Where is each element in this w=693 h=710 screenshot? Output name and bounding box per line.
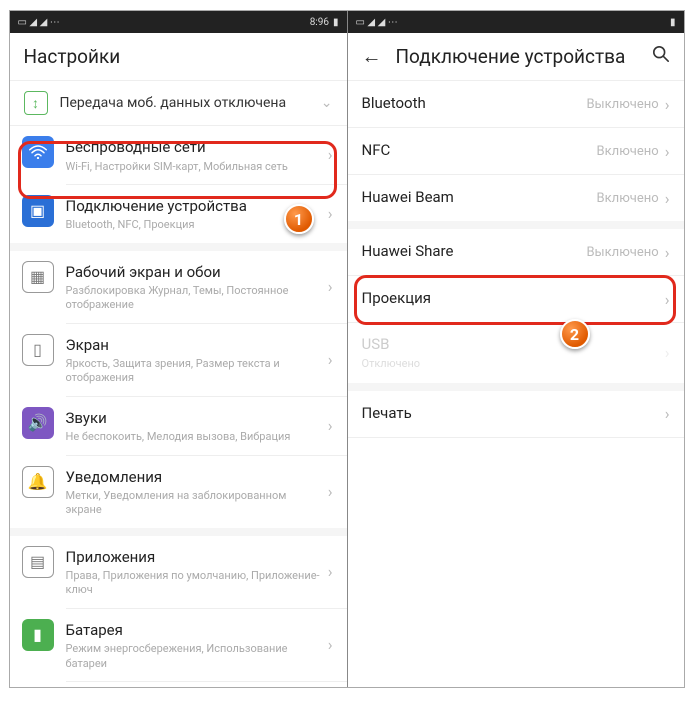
item-storage[interactable]: ≣ Память Очистка памяти › bbox=[10, 682, 347, 687]
item-device-connection[interactable]: ▣ Подключение устройства Bluetooth, NFC,… bbox=[10, 185, 347, 243]
item-projection[interactable]: Проекция › bbox=[348, 276, 684, 322]
chevron-right-icon: › bbox=[328, 277, 333, 296]
chevron-right-icon: › bbox=[328, 482, 333, 501]
chevron-right-icon: › bbox=[665, 189, 670, 208]
chevron-right-icon: › bbox=[328, 416, 333, 435]
devices-icon: ▣ bbox=[22, 195, 54, 227]
device-connection-screen: ▭ ◢ ◢ ⋯ ▮ ← Подключение устройства Bluet… bbox=[347, 11, 684, 687]
item-notifications[interactable]: 🔔 Уведомления Метки, Уведомления на забл… bbox=[10, 456, 347, 528]
chevron-right-icon: › bbox=[665, 95, 670, 114]
item-home-wallpaper[interactable]: ▦ Рабочий экран и обои Разблокировка Жур… bbox=[10, 251, 347, 323]
chevron-right-icon: › bbox=[328, 204, 333, 223]
chevron-right-icon: › bbox=[665, 142, 670, 161]
item-bluetooth[interactable]: Bluetooth Выключено › bbox=[348, 81, 684, 127]
status-bar: ▭ ◢ ◢ ⋯ 8:96 ▮ bbox=[10, 11, 347, 33]
page-title: Настройки bbox=[24, 45, 333, 68]
data-icon bbox=[24, 91, 48, 115]
item-wireless-networks[interactable]: Беспроводные сети Wi-Fi, Настройки SIM-к… bbox=[10, 126, 347, 184]
display-icon: ▯ bbox=[22, 334, 54, 366]
battery-icon: ▮ bbox=[22, 619, 54, 651]
item-battery[interactable]: ▮ Батарея Режим энергосбережения, Исполь… bbox=[10, 609, 347, 681]
chevron-right-icon: › bbox=[665, 343, 670, 362]
page-title: Подключение устройства bbox=[396, 45, 652, 68]
item-huawei-beam[interactable]: Huawei Beam Включено › bbox=[348, 175, 684, 221]
item-apps[interactable]: ▤ Приложения Права, Приложения по умолча… bbox=[10, 536, 347, 608]
wifi-icon bbox=[22, 136, 54, 168]
back-button[interactable]: ← bbox=[362, 44, 382, 69]
device-connection-header: ← Подключение устройства bbox=[348, 33, 684, 81]
chevron-down-icon: ⌄ bbox=[321, 95, 333, 111]
chevron-right-icon: › bbox=[665, 404, 670, 423]
settings-header: Настройки bbox=[10, 33, 347, 81]
search-icon[interactable] bbox=[652, 45, 670, 68]
wallpaper-icon: ▦ bbox=[22, 261, 54, 293]
chevron-right-icon: › bbox=[665, 243, 670, 262]
item-print[interactable]: Печать › bbox=[348, 391, 684, 437]
chevron-right-icon: › bbox=[328, 350, 333, 369]
item-huawei-share[interactable]: Huawei Share Выключено › bbox=[348, 229, 684, 275]
item-usb: USB Отключено › bbox=[348, 323, 684, 383]
status-bar: ▭ ◢ ◢ ⋯ ▮ bbox=[348, 11, 684, 33]
item-display[interactable]: ▯ Экран Яркость, Защита зрения, Размер т… bbox=[10, 324, 347, 396]
chevron-right-icon: › bbox=[328, 562, 333, 581]
apps-icon: ▤ bbox=[22, 546, 54, 578]
item-nfc[interactable]: NFC Включено › bbox=[348, 128, 684, 174]
bell-icon: 🔔 bbox=[22, 466, 54, 498]
chevron-right-icon: › bbox=[665, 290, 670, 309]
sound-icon: 🔊 bbox=[22, 407, 54, 439]
settings-screen: ▭ ◢ ◢ ⋯ 8:96 ▮ Настройки Передача моб. д… bbox=[10, 11, 347, 687]
chevron-right-icon: › bbox=[328, 635, 333, 654]
item-sounds[interactable]: 🔊 Звуки Не беспокоить, Мелодия вызова, В… bbox=[10, 397, 347, 455]
mobile-data-banner[interactable]: Передача моб. данных отключена ⌄ bbox=[10, 81, 347, 125]
chevron-right-icon: › bbox=[328, 145, 333, 164]
